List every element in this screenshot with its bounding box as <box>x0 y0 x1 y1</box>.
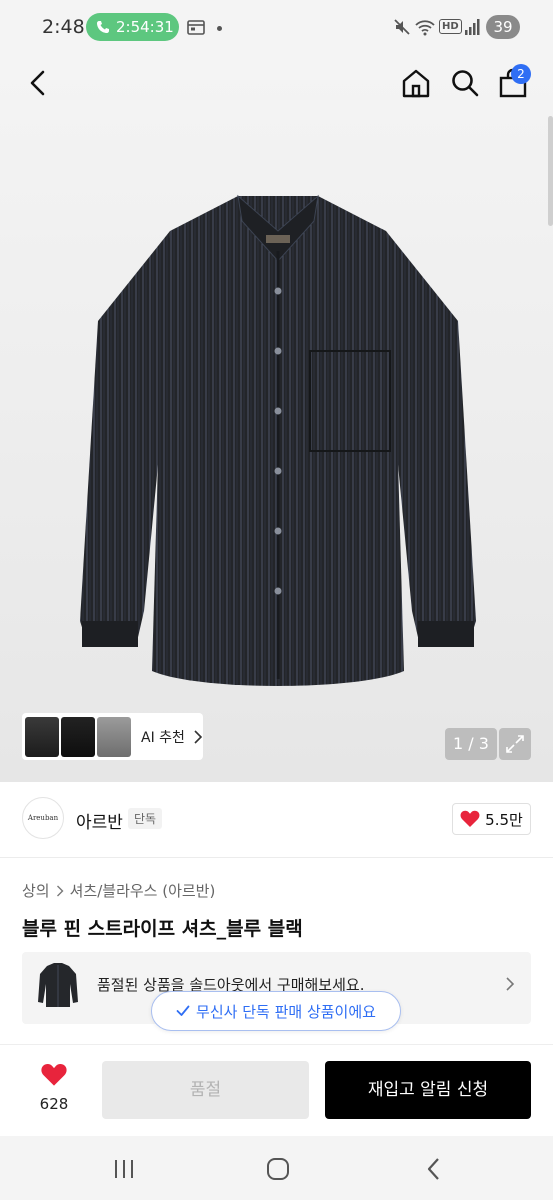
breadcrumb-item-top[interactable]: 상의 <box>22 880 50 901</box>
product-image-gallery[interactable]: 2 AI 추천 1 / 3 <box>0 56 553 782</box>
notification-dot-icon <box>217 26 222 31</box>
chevron-right-icon <box>506 977 515 991</box>
cart-count-badge: 2 <box>511 64 531 84</box>
system-navigation-bar <box>0 1136 553 1200</box>
restock-alert-button[interactable]: 재입고 알림 신청 <box>325 1061 531 1119</box>
brand-row: Areuban 아르반 단독 5.5만 <box>0 782 553 858</box>
scrollbar[interactable] <box>548 116 553 226</box>
ai-recommend-label: AI 추천 <box>141 729 185 746</box>
recommend-thumb-3[interactable] <box>97 716 131 757</box>
home-icon[interactable] <box>401 68 431 98</box>
breadcrumb-item-shirts[interactable]: 셔츠/블라우스 (아르반) <box>70 880 216 901</box>
recent-apps-icon[interactable] <box>111 1156 137 1182</box>
exclusive-toast-text: 무신사 단독 판매 상품이에요 <box>196 1002 376 1021</box>
image-page-indicator: 1 / 3 <box>445 728 497 760</box>
wishlist-count: 628 <box>39 1095 69 1113</box>
calendar-icon <box>187 20 205 35</box>
heart-icon <box>41 1064 67 1086</box>
expand-icon <box>506 735 524 753</box>
ai-recommendation-chip[interactable]: AI 추천 <box>22 713 203 760</box>
back-nav-icon[interactable] <box>421 1156 447 1182</box>
heart-icon <box>460 810 480 827</box>
chevron-left-icon[interactable] <box>24 68 54 98</box>
battery-level: 39 <box>486 15 520 39</box>
hd-badge: HD <box>439 19 462 34</box>
brand-like-button[interactable]: 5.5만 <box>452 803 531 835</box>
signal-icon <box>465 19 480 35</box>
chevron-right-icon <box>56 885 64 896</box>
exclusive-badge: 단독 <box>128 808 163 829</box>
bottom-action-bar: 628 품절 재입고 알림 신청 <box>0 1044 553 1136</box>
recommend-thumb-1[interactable] <box>25 716 59 757</box>
wifi-icon <box>415 20 435 36</box>
check-icon <box>176 1005 190 1016</box>
product-thumbnail <box>38 963 78 1007</box>
wishlist-button[interactable]: 628 <box>30 1063 78 1113</box>
recommend-thumb-2[interactable] <box>61 716 95 757</box>
home-button-icon[interactable] <box>265 1156 291 1182</box>
call-timer-pill[interactable]: 2:54:31 <box>86 13 179 41</box>
brand-logo[interactable]: Areuban <box>22 797 64 839</box>
search-icon[interactable] <box>450 68 480 98</box>
exclusive-toast: 무신사 단독 판매 상품이에요 <box>151 991 401 1031</box>
expand-image-button[interactable] <box>499 728 531 760</box>
status-icons: HD 39 <box>393 13 553 43</box>
call-timer: 2:54:31 <box>116 18 174 36</box>
mute-icon <box>394 19 410 35</box>
brand-name[interactable]: 아르반 <box>76 808 123 833</box>
phone-icon <box>97 21 109 33</box>
product-photo-shirt[interactable] <box>78 191 478 711</box>
brand-like-count: 5.5만 <box>485 810 523 829</box>
chevron-right-icon <box>194 729 203 744</box>
status-clock: 2:48 <box>42 16 85 38</box>
status-bar: 2:48 2:54:31 HD 39 <box>0 0 553 56</box>
product-title: 블루 핀 스트라이프 셔츠_블루 블랙 <box>22 918 303 940</box>
breadcrumb: 상의 셔츠/블라우스 (아르반) <box>22 880 215 901</box>
soldout-button: 품절 <box>102 1061 309 1119</box>
